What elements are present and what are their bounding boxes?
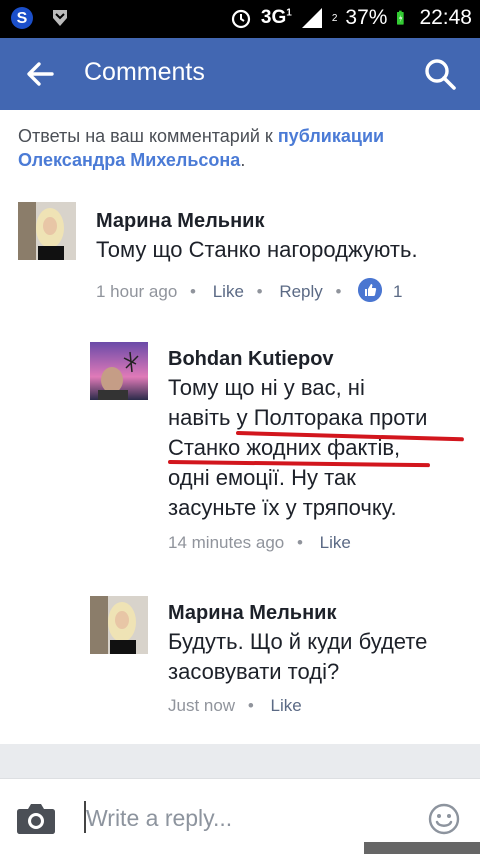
comment-timestamp: 14 minutes ago bbox=[168, 533, 285, 552]
status-bar: S 3G1 2 37% 22:48 bbox=[0, 0, 480, 38]
thumbs-up-icon bbox=[358, 278, 383, 302]
battery-percent: 37% bbox=[345, 6, 388, 29]
comment-line: навіть у Полторака проти bbox=[168, 405, 428, 430]
keyboard-edge bbox=[364, 842, 480, 854]
comment-author[interactable]: Марина Мельник bbox=[96, 210, 264, 233]
comment-meta: 14 minutes ago • Like bbox=[168, 533, 351, 552]
reply-composer bbox=[0, 778, 480, 854]
comment-line: засовувати тоді? bbox=[168, 659, 340, 684]
app-bar: Comments bbox=[0, 38, 480, 110]
comment-text: Тому що Станко нагороджують. bbox=[96, 237, 418, 262]
comment-timestamp: 1 hour ago bbox=[96, 282, 178, 301]
like-count: 1 bbox=[392, 282, 403, 301]
comment-line: одні емоції. Ну так bbox=[168, 465, 356, 490]
comment-reply: Bohdan Kutiepov Тому що ні у вас, ні нав… bbox=[0, 340, 480, 570]
comment-meta: Just now • Like bbox=[168, 696, 302, 715]
avatar[interactable] bbox=[90, 342, 148, 400]
network-label: 3G1 bbox=[260, 7, 292, 28]
comment-meta: 1 hour ago • Like • Reply • 1 bbox=[96, 278, 402, 302]
comment-line: засуньте їх у тряпочку. bbox=[168, 495, 397, 520]
avatar[interactable] bbox=[18, 202, 76, 260]
reply-link[interactable]: Reply bbox=[279, 282, 322, 301]
reply-context-header: Ответы на ваш комментарий к публикации О… bbox=[18, 126, 385, 170]
alarm-icon bbox=[231, 9, 251, 29]
comment-text: Тому що ні у вас, ні навіть у Полторака … bbox=[168, 373, 468, 523]
divider-band bbox=[0, 744, 480, 778]
comment-author[interactable]: Bohdan Kutiepov bbox=[168, 348, 334, 371]
comment: Марина Мельник Тому що Станко нагороджую… bbox=[0, 200, 480, 310]
battery-icon bbox=[397, 10, 405, 25]
page-title: Comments bbox=[84, 58, 205, 86]
comment-line: Тому що ні у вас, ні bbox=[168, 375, 365, 400]
shield-icon bbox=[53, 10, 67, 26]
emoji-icon[interactable] bbox=[428, 803, 460, 835]
reply-input[interactable] bbox=[86, 801, 406, 835]
sim2-label: 2 bbox=[331, 12, 338, 24]
like-link[interactable]: Like bbox=[271, 696, 302, 715]
signal-icon bbox=[301, 8, 322, 28]
comment-reply: Марина Мельник Будуть. Що й куди будете … bbox=[0, 594, 480, 724]
comments-thread: Ответы на ваш комментарий к публикации О… bbox=[0, 110, 480, 172]
like-link[interactable]: Like bbox=[213, 282, 244, 301]
comment-text: Будуть. Що й куди будете засовувати тоді… bbox=[168, 627, 468, 687]
comment-line: Будуть. Що й куди будете bbox=[168, 629, 428, 654]
search-icon[interactable] bbox=[422, 56, 458, 92]
svg-text:S: S bbox=[17, 10, 28, 27]
clock: 22:48 bbox=[419, 6, 472, 29]
like-link[interactable]: Like bbox=[320, 533, 351, 552]
comment-author[interactable]: Марина Мельник bbox=[168, 602, 336, 625]
avatar[interactable] bbox=[90, 596, 148, 654]
camera-icon[interactable] bbox=[16, 801, 56, 835]
back-arrow-icon[interactable] bbox=[24, 58, 56, 90]
app-s-icon: S bbox=[11, 7, 33, 29]
comment-timestamp: Just now bbox=[168, 696, 236, 715]
